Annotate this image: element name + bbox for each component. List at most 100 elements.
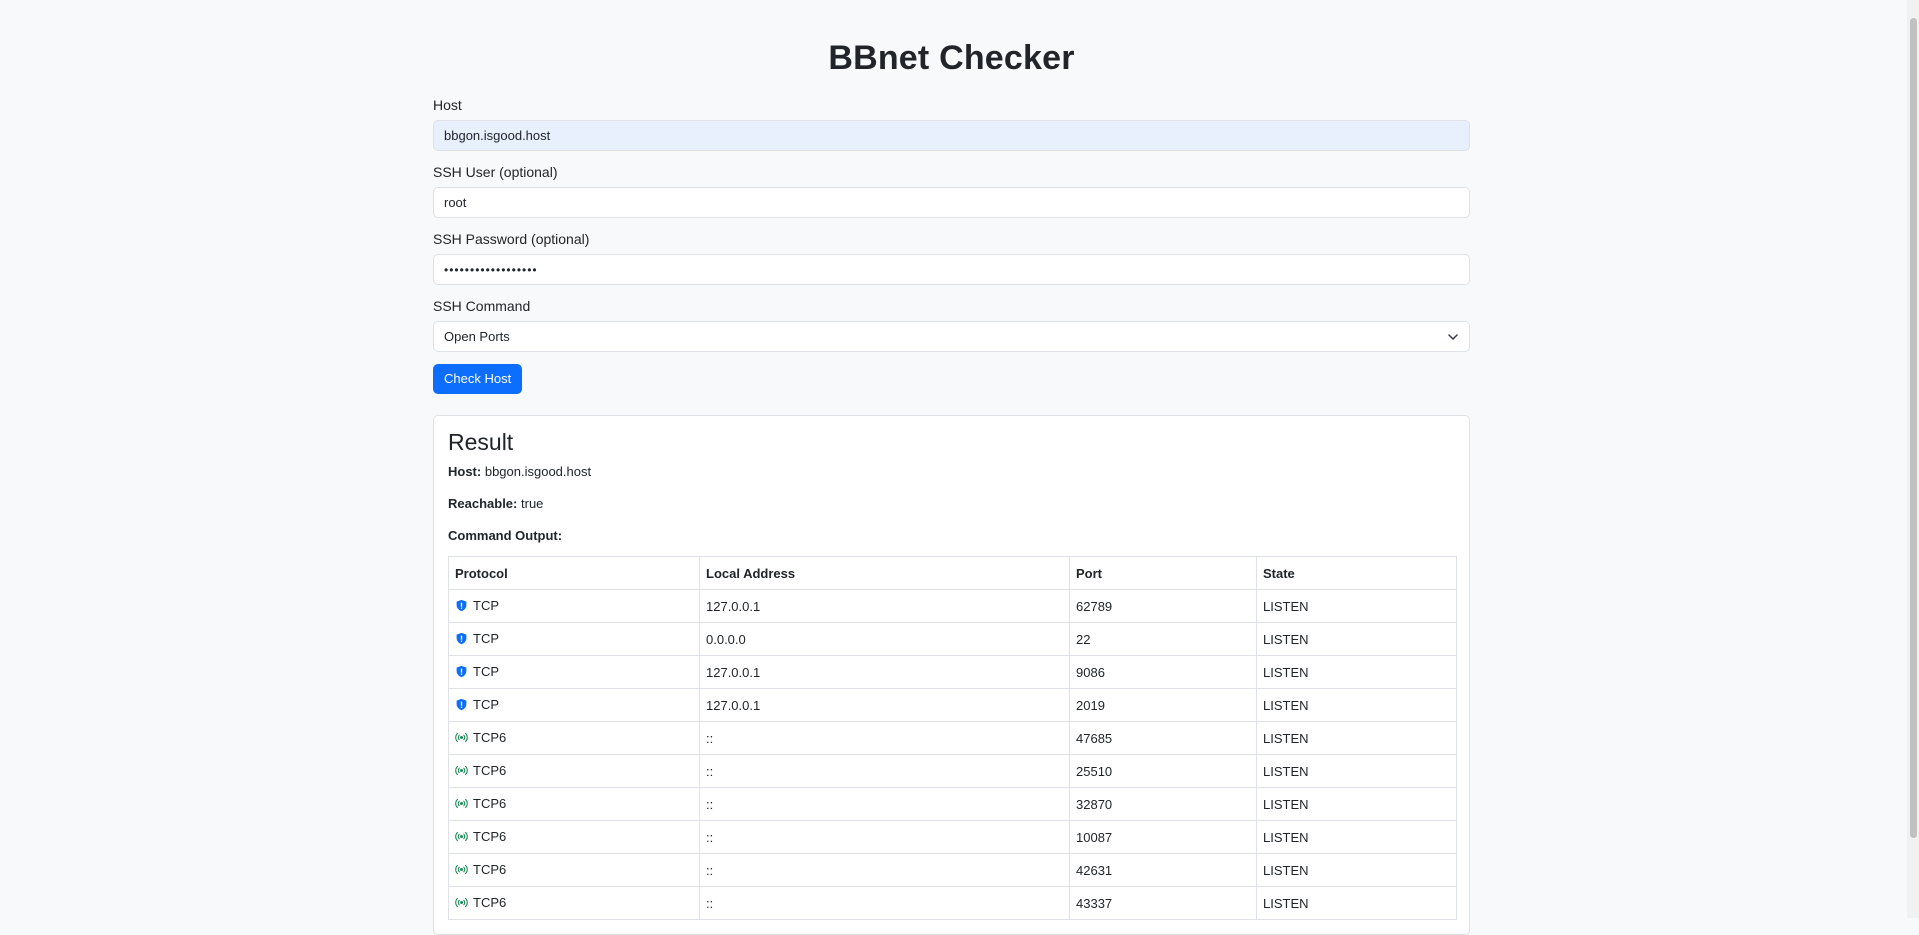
ssh-password-input[interactable]: •••••••••••••••••• [433,254,1470,285]
cell-state: LISTEN [1256,886,1457,920]
page-scrollbar[interactable] [1907,0,1919,918]
protocol-text: TCP6 [473,861,507,877]
ports-table-body: TCP 127.0.0.1 62789 LISTEN TCP 0.0.0.0 22 LISTE… [448,589,1457,920]
broadcast-icon [455,863,468,876]
cell-state: LISTEN [1256,853,1457,887]
shield-icon [455,599,468,612]
table-header-row: Protocol Local Address Port State [448,556,1457,590]
cell-port: 2019 [1069,688,1257,722]
header-state: State [1256,556,1457,590]
cell-local-address: :: [699,886,1070,920]
broadcast-icon [455,764,468,777]
table-row: TCP6:: 32870 LISTEN [448,787,1457,821]
cell-port: 10087 [1069,820,1257,854]
protocol-text: TCP6 [473,729,507,745]
check-host-button[interactable]: Check Host [433,364,523,394]
protocol-text: TCP [473,696,499,712]
table-row: TCP 127.0.0.1 9086 LISTEN [448,655,1457,689]
cell-protocol: TCP6 [448,787,700,821]
table-row: TCP 127.0.0.1 62789 LISTEN [448,589,1457,623]
cell-protocol: TCP6 [448,754,700,788]
command-output-label-text: Command Output: [448,528,563,543]
ssh-password-input-value: •••••••••••••••••• [444,262,538,277]
shield-icon [455,632,468,645]
protocol-text: TCP6 [473,795,507,811]
cell-local-address: 127.0.0.1 [699,589,1070,623]
cell-state: LISTEN [1256,820,1457,854]
broadcast-icon [455,896,468,909]
cell-port: 62789 [1069,589,1257,623]
command-output-label: Command Output: [448,528,1455,544]
cell-state: LISTEN [1256,655,1457,689]
protocol-text: TCP6 [473,894,507,910]
header-local-address: Local Address [699,556,1070,590]
cell-protocol: TCP [448,622,700,656]
ssh-password-label: SSH Password (optional) [433,231,590,247]
cell-local-address: :: [699,820,1070,854]
cell-port: 42631 [1069,853,1257,887]
broadcast-icon [455,830,468,843]
cell-protocol: TCP [448,688,700,722]
result-host: Host: bbgon.isgood.host [448,464,1455,480]
cell-port: 43337 [1069,886,1257,920]
cell-state: LISTEN [1256,721,1457,755]
cell-state: LISTEN [1256,622,1457,656]
table-row: TCP6:: 10087 LISTEN [448,820,1457,854]
cell-state: LISTEN [1256,787,1457,821]
result-card: Result Host: bbgon.isgood.host Reachable… [433,415,1470,935]
table-row: TCP6:: 25510 LISTEN [448,754,1457,788]
main-container: BBnet Checker Host bbgon.isgood.host SSH… [433,0,1470,935]
host-input[interactable]: bbgon.isgood.host [433,120,1470,151]
cell-local-address: :: [699,853,1070,887]
broadcast-icon [455,731,468,744]
page-title: BBnet Checker [828,39,1075,77]
cell-port: 22 [1069,622,1257,656]
ssh-command-select[interactable]: Open Ports [433,321,1470,352]
shield-icon [455,665,468,678]
cell-local-address: 0.0.0.0 [699,622,1070,656]
broadcast-icon [455,797,468,810]
ssh-command-selected: Open Ports [444,329,510,344]
host-input-value: bbgon.isgood.host [444,128,551,143]
cell-port: 32870 [1069,787,1257,821]
shield-icon [455,698,468,711]
header-protocol: Protocol [448,556,700,590]
cell-port: 9086 [1069,655,1257,689]
result-reachable-value: true [521,496,544,511]
scrollbar-thumb[interactable] [1910,18,1917,838]
host-label: Host [433,97,462,113]
result-title: Result [448,429,514,455]
cell-protocol: TCP6 [448,886,700,920]
ports-table: Protocol Local Address Port State TCP 127… [448,556,1457,920]
cell-local-address: :: [699,754,1070,788]
table-row: TCP6:: 42631 LISTEN [448,853,1457,887]
ssh-user-input[interactable]: root [433,187,1470,218]
table-row: TCP6:: 47685 LISTEN [448,721,1457,755]
chevron-down-icon [1448,333,1458,340]
ssh-command-label: SSH Command [433,298,531,314]
table-row: TCP 0.0.0.0 22 LISTEN [448,622,1457,656]
cell-state: LISTEN [1256,688,1457,722]
ssh-user-label: SSH User (optional) [433,164,558,180]
table-row: TCP6:: 43337 LISTEN [448,886,1457,920]
protocol-text: TCP [473,597,499,613]
cell-local-address: 127.0.0.1 [699,655,1070,689]
cell-local-address: :: [699,721,1070,755]
result-host-label: Host: [448,464,482,479]
result-reachable-label: Reachable: [448,496,518,511]
cell-state: LISTEN [1256,754,1457,788]
protocol-text: TCP6 [473,828,507,844]
ssh-user-input-value: root [444,195,467,210]
cell-port: 25510 [1069,754,1257,788]
cell-local-address: 127.0.0.1 [699,688,1070,722]
result-host-value: bbgon.isgood.host [484,464,592,479]
header-port: Port [1069,556,1257,590]
cell-protocol: TCP6 [448,721,700,755]
table-row: TCP 127.0.0.1 2019 LISTEN [448,688,1457,722]
cell-protocol: TCP6 [448,820,700,854]
cell-port: 47685 [1069,721,1257,755]
protocol-text: TCP6 [473,762,507,778]
result-reachable: Reachable: true [448,496,1455,512]
protocol-text: TCP [473,663,499,679]
cell-protocol: TCP6 [448,853,700,887]
